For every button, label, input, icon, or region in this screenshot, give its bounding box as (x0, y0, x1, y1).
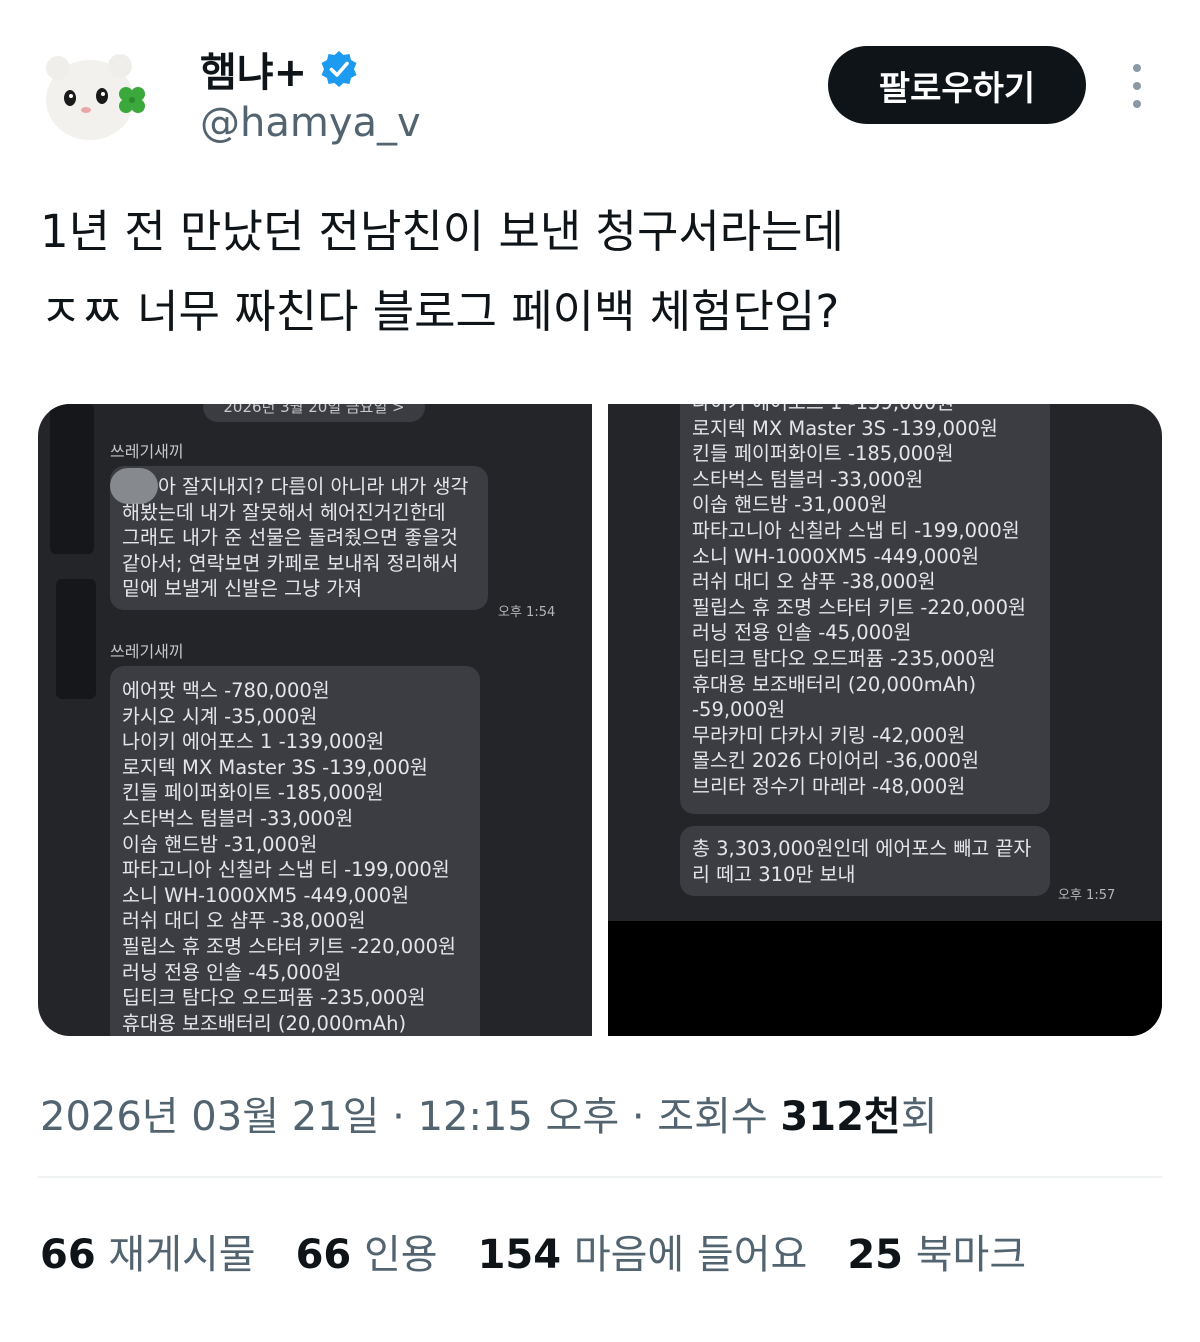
tweet-text-line: ㅈㅉ 너무 짜친다 블로그 페이백 체험단임? (40, 285, 840, 338)
likes-label: 마음에 들어요 (573, 1232, 808, 1278)
chat-message-bubble: 아 잘지내지? 다름이 아니라 내가 생각 해봤는데 내가 잘못해서 헤어진거긴… (110, 466, 488, 610)
avatar-image (46, 54, 145, 140)
avatar[interactable] (40, 48, 158, 148)
display-name[interactable]: 햄냐+ (200, 40, 359, 98)
reposts-count: 66 (40, 1232, 96, 1278)
chat-sender-name: 쓰레기새끼 (110, 642, 184, 661)
verified-badge-icon (321, 51, 357, 87)
message-line: 아 잘지내지? 다름이 아니라 내가 생각 (158, 475, 469, 498)
chat-message-bubble: 나이키 에어포스 1 -139,000원 로지텍 MX Master 3S -1… (680, 404, 1050, 814)
message-line: 러쉬 대디 오 샴푸 -38,000원 (122, 909, 366, 933)
message-line: 나이키 에어포스 1 -139,000원 (692, 404, 1038, 416)
tweet-text-line: 1년 전 만났던 전남친이 보낸 청구서라는데 (40, 205, 844, 258)
message-line: 밑에 보낼게 신발은 그냥 가져 (122, 577, 363, 601)
message-line: 파타고니아 신칠라 스냅 티 -199,000원 (692, 518, 1020, 542)
message-line: 이솝 핸드밤 -31,000원 (122, 832, 318, 856)
message-line: 로지텍 MX Master 3S -139,000원 (692, 416, 998, 440)
blank-area (608, 921, 1162, 1036)
user-handle[interactable]: @hamya_v (200, 100, 421, 146)
message-line: 소니 WH-1000XM5 -449,000원 (692, 544, 980, 568)
bookmarks-label: 북마크 (915, 1232, 1027, 1278)
message-line: 무라카미 다카시 키링 -42,000원 (692, 723, 966, 747)
dot (1133, 82, 1141, 90)
message-line: 해봤는데 내가 잘못해서 헤어진거긴한데 (122, 500, 446, 524)
chat-message-bubble: 에어팟 맥스 -780,000원 카시오 시계 -35,000원 나이키 에어포… (110, 666, 480, 1036)
message-line: 그래도 내가 준 선물은 돌려줬으면 좋을것 (122, 526, 458, 550)
message-line: -59,000원 (692, 698, 786, 722)
message-line: 에어팟 맥스 -780,000원 (122, 679, 330, 702)
tweet-media[interactable]: 2026년 3월 20일 금요일 > 쓰레기새끼 아 잘지내지? 다름이 아니라… (38, 404, 1162, 1036)
message-line: 스타벅스 텀블러 -33,000원 (122, 806, 354, 830)
reposts-label: 재게시물 (108, 1232, 256, 1278)
message-timestamp: 오후 1:57 (1058, 888, 1116, 903)
message-line: 휴대용 보조배터리 (20,000mAh) (692, 672, 977, 696)
message-line: 리 떼고 310만 보내 (692, 862, 856, 886)
message-line: 같아서; 연락보면 카페로 보내줘 정리해서 (122, 551, 459, 575)
message-line: 러쉬 대디 오 샴푸 -38,000원 (692, 570, 936, 594)
message-line: 필립스 휴 조명 스타터 키트 -220,000원 (122, 934, 456, 958)
message-line: 휴대용 보조배터리 (20,000mAh) (122, 1011, 407, 1035)
message-line: 필립스 휴 조명 스타터 키트 -220,000원 (692, 595, 1026, 619)
message-line: 파타고니아 신칠라 스냅 티 -199,000원 (122, 858, 450, 882)
quotes-count: 66 (295, 1232, 352, 1278)
reposts-stat[interactable]: 66 재게시물 (40, 1222, 256, 1280)
message-line: 로지텍 MX Master 3S -139,000원 (122, 755, 428, 779)
message-line: 킨들 페이퍼화이트 -185,000원 (692, 442, 954, 466)
message-line: 소니 WH-1000XM5 -449,000원 (122, 883, 410, 907)
tweet-text: 1년 전 만났던 전남친이 보낸 청구서라는데 ㅈㅉ 너무 짜친다 블로그 페이… (40, 192, 1160, 352)
bookmarks-stat[interactable]: 25 북마크 (847, 1222, 1026, 1280)
message-line: 딥티크 탐다오 오드퍼퓸 -235,000원 (692, 646, 996, 670)
message-line: 킨들 페이퍼화이트 -185,000원 (122, 781, 384, 805)
divider (38, 1176, 1162, 1178)
message-line: 스타벅스 텀블러 -33,000원 (692, 467, 924, 491)
likes-count: 154 (477, 1232, 562, 1278)
blurred-avatar (110, 468, 158, 504)
tweet-stats: 66 재게시물 66 인용 154 마음에 들어요 25 북마크 (40, 1222, 1026, 1280)
view-count-suffix: 회 (900, 1094, 938, 1140)
media-image-right[interactable]: 나이키 에어포스 1 -139,000원 로지텍 MX Master 3S -1… (608, 404, 1162, 1036)
message-line: 러닝 전용 인솔 -45,000원 (122, 960, 342, 984)
redaction-mark (50, 404, 94, 554)
message-line: 이솝 핸드밤 -31,000원 (692, 493, 888, 517)
chat-sender-name: 쓰레기새끼 (110, 442, 184, 461)
tweet-datetime[interactable]: 2026년 03월 21일 · 12:15 오후 · 조회수 (40, 1094, 780, 1140)
media-image-left[interactable]: 2026년 3월 20일 금요일 > 쓰레기새끼 아 잘지내지? 다름이 아니라… (38, 404, 592, 1036)
quotes-stat[interactable]: 66 인용 (296, 1222, 438, 1280)
dot (1133, 64, 1141, 72)
chat-date-chip: 2026년 3월 20일 금요일 > (203, 404, 425, 422)
follow-button[interactable]: 팔로우하기 (828, 46, 1086, 124)
message-line: 총 3,303,000원인데 에어포스 빼고 끝자 (692, 837, 1032, 860)
likes-stat[interactable]: 154 마음에 들어요 (478, 1222, 808, 1280)
message-line: 몰스킨 2026 다이어리 -36,000원 (692, 749, 980, 773)
display-name-text: 햄냐+ (200, 50, 308, 96)
dot (1133, 100, 1141, 108)
message-line: 나이키 에어포스 1 -139,000원 (122, 730, 385, 754)
quotes-label: 인용 (363, 1232, 438, 1278)
view-count: 312천 (780, 1094, 901, 1140)
bookmarks-count: 25 (847, 1232, 903, 1278)
clover-icon (119, 87, 145, 113)
redaction-mark (56, 579, 96, 699)
message-line: 카시오 시계 -35,000원 (122, 704, 318, 728)
message-line: 러닝 전용 인솔 -45,000원 (692, 621, 912, 645)
chat-message-bubble: 총 3,303,000원인데 에어포스 빼고 끝자 리 떼고 310만 보내 (680, 826, 1050, 896)
message-line: 브리타 정수기 마레라 -48,000원 (692, 774, 966, 798)
message-timestamp: 오후 1:54 (498, 605, 556, 620)
tweet-meta: 2026년 03월 21일 · 12:15 오후 · 조회수 312천회 (40, 1084, 938, 1142)
message-line: 딥티크 탐다오 오드퍼퓸 -235,000원 (122, 986, 426, 1010)
more-options-icon[interactable] (1126, 64, 1148, 108)
